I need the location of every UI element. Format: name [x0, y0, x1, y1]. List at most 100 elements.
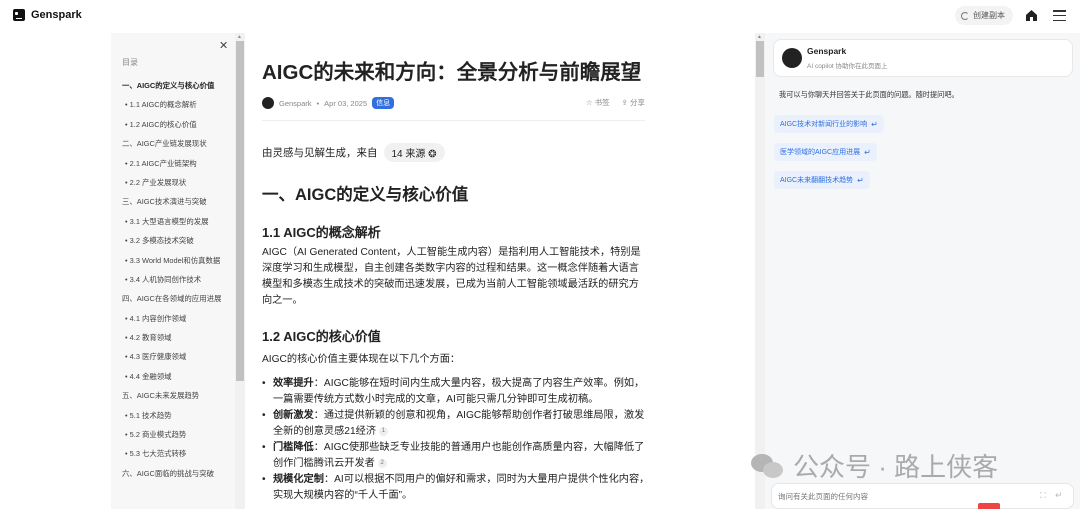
citation-marker[interactable]: 2 — [377, 458, 387, 468]
toc-list: 一、AIGC的定义与核心价值 1.1 AIGC的概念解析 1.2 AIGC的核心价值… — [111, 81, 235, 488]
toc-item[interactable]: 5.3 七大范式转移 — [111, 449, 235, 459]
suggestion-chip[interactable]: 医学领域的AIGC应用进展 ↵ — [774, 143, 877, 161]
enter-icon: ↵ — [864, 147, 871, 157]
article-meta: Genspark • Apr 03, 2025 信息 ☆ 书签 ⇪ 分享 — [262, 97, 645, 109]
expand-icon[interactable]: ⛶ — [1040, 491, 1046, 501]
toc-item[interactable]: 2.1 AIGC产业链架构 — [111, 159, 235, 169]
citation-marker[interactable]: 1 — [378, 426, 388, 436]
enter-icon: ↵ — [871, 119, 878, 129]
author-name: Genspark — [279, 98, 312, 108]
bullet-term: 门槛降低 — [273, 442, 314, 453]
toc-item[interactable]: 4.1 内容创作领域 — [111, 314, 235, 324]
toc-item[interactable]: 3.3 World Model和仿真数据 — [111, 256, 235, 266]
close-icon[interactable]: ✕ — [219, 39, 228, 52]
brand-name: Genspark — [31, 9, 82, 21]
table-of-contents: ✕ 目录 一、AIGC的定义与核心价值 1.1 AIGC的概念解析 1.2 AIGC… — [111, 33, 235, 509]
bullet-term: 效率提升 — [273, 378, 314, 389]
send-icon[interactable]: ↵ — [1055, 490, 1063, 501]
bullet-text: ：AIGC能够在短时间内生成大量内容，极大提高了内容生产效率。例如，一篇需要传统… — [273, 378, 645, 405]
article: AIGC的未来和方向：全景分析与前瞻展望 Genspark • Apr 03, … — [245, 33, 755, 509]
toc-item[interactable]: 三、AIGC技术演进与突破 — [111, 197, 235, 207]
bookmark-label: 书签 — [594, 98, 610, 107]
sources-button[interactable]: 14 来源 ❂ — [383, 143, 445, 162]
create-copy-button[interactable]: 创建副本 — [955, 6, 1013, 25]
bullet-text: ：AIGC使那些缺乏专业技能的普通用户也能创作高质量内容，大幅降低了创作门槛腾讯… — [273, 442, 645, 469]
toc-item[interactable]: 4.3 医疗健康领域 — [111, 352, 235, 362]
refresh-icon — [961, 11, 969, 20]
enter-icon: ↵ — [857, 175, 864, 185]
suggestion-label: AIGC技术对新闻行业的影响 — [780, 121, 868, 128]
page-title: AIGC的未来和方向：全景分析与前瞻展望 — [262, 61, 642, 84]
toc-item[interactable]: 5.1 技术趋势 — [111, 411, 235, 421]
copilot-header-card: Genspark AI copilot 协助你在此页面上 — [773, 39, 1073, 77]
list-item: 效率提升：AIGC能够在短时间内生成大量内容，极大提高了内容生产效率。例如，一篇… — [262, 376, 652, 408]
bullet-list: 效率提升：AIGC能够在短时间内生成大量内容，极大提高了内容生产效率。例如，一篇… — [262, 376, 652, 504]
toc-item[interactable]: 二、AIGC产业链发展现状 — [111, 139, 235, 149]
subsection-heading: 1.1 AIGC的概念解析 — [262, 225, 381, 240]
toc-item[interactable]: 3.1 大型语言模型的发展 — [111, 217, 235, 227]
toc-item[interactable]: 3.2 多模态技术突破 — [111, 236, 235, 246]
bookmark-button[interactable]: ☆ 书签 — [586, 97, 610, 108]
subsection-heading: 1.2 AIGC的核心价值 — [262, 329, 381, 344]
home-icon[interactable] — [1025, 9, 1038, 22]
sources-count: 14 来源 — [391, 149, 426, 160]
watermark: 公众号 · 路上侠客 — [749, 447, 998, 484]
chat-input[interactable] — [778, 489, 1018, 503]
toc-item[interactable]: 4.4 金融领域 — [111, 372, 235, 382]
toc-item[interactable]: 2.2 产业发展现状 — [111, 178, 235, 188]
toc-title: 目录 — [122, 58, 138, 67]
chat-input-box: ⛶ ↵ — [771, 483, 1074, 509]
list-item: 门槛降低：AIGC使那些缺乏专业技能的普通用户也能创作高质量内容，大幅降低了创作… — [262, 440, 652, 472]
link-icon: ❂ — [428, 149, 437, 160]
toc-item[interactable]: 一、AIGC的定义与核心价值 — [111, 81, 235, 91]
toc-item[interactable]: 3.4 人机协同创作技术 — [111, 275, 235, 285]
info-badge: 信息 — [372, 97, 395, 109]
genspark-logo-icon — [13, 9, 25, 21]
toc-scrollbar[interactable]: ▲ — [235, 33, 245, 509]
toc-item[interactable]: 4.2 教育领域 — [111, 333, 235, 343]
suggestion-label: AIGC未来翻翻技术趋势 — [780, 177, 854, 184]
hamburger-menu-icon[interactable] — [1053, 10, 1066, 21]
toc-item[interactable]: 1.1 AIGC的概念解析 — [111, 100, 235, 110]
toc-item[interactable]: 1.2 AIGC的核心价值 — [111, 120, 235, 130]
toc-scrollbar-thumb[interactable] — [236, 41, 244, 381]
star-icon: ☆ — [585, 98, 595, 107]
copilot-avatar — [782, 48, 802, 68]
article-scrollbar[interactable]: ▲ — [755, 33, 765, 509]
copilot-panel: Genspark AI copilot 协助你在此页面上 我可以与你聊天并回答关… — [751, 33, 1080, 509]
paragraph: AIGC（AI Generated Content，人工智能生成内容）是指利用人… — [262, 247, 641, 306]
toc-item[interactable]: 5.2 商业模式趋势 — [111, 430, 235, 440]
brand-logo[interactable]: Genspark — [13, 9, 82, 21]
suggestion-chip[interactable]: AIGC未来翻翻技术趋势 ↵ — [774, 171, 870, 189]
toc-item[interactable]: 五、AIGC未来发展趋势 — [111, 391, 235, 401]
suggestion-label: 医学领域的AIGC应用进展 — [780, 149, 861, 156]
toc-item[interactable]: 四、AIGC在各领域的应用进展 — [111, 294, 235, 304]
scroll-up-icon[interactable]: ▲ — [237, 34, 242, 40]
copilot-subtitle: AI copilot 协助你在此页面上 — [807, 63, 888, 70]
watermark-text: 公众号 · 路上侠客 — [793, 452, 999, 482]
sources-text: 由灵感与见解生成，来自 — [262, 147, 378, 159]
floating-tab[interactable] — [978, 503, 1000, 509]
copilot-name: Genspark — [807, 46, 847, 56]
scroll-up-icon[interactable]: ▲ — [757, 34, 762, 40]
section-heading: 一、AIGC的定义与核心价值 — [262, 186, 469, 204]
bullet-term: 规模化定制 — [273, 474, 324, 485]
toc-item[interactable]: 六、AIGC面临的挑战与突破 — [111, 469, 235, 479]
divider — [262, 120, 645, 121]
wechat-icon — [749, 452, 785, 480]
copilot-intro: 我可以与你聊天并回答关于此页面的问题。随时提问吧。 — [779, 90, 959, 99]
bullet-text: ：通过提供新颖的创意和视角，AIGC能够帮助创作者打破思维局限，激发全新的创意灵… — [273, 410, 645, 437]
bullet-term: 创新激发 — [273, 410, 314, 421]
bullet-text: ：AI可以根据不同用户的偏好和需求，同时为大量用户提供个性化内容，实现大规模内容… — [273, 474, 650, 501]
sources-line: 由灵感与见解生成，来自 14 来源 ❂ — [262, 143, 445, 162]
article-actions: ☆ 书签 ⇪ 分享 — [586, 97, 645, 108]
author-avatar — [262, 97, 274, 109]
article-scrollbar-thumb[interactable] — [756, 41, 764, 77]
top-bar: Genspark 创建副本 — [0, 0, 1080, 33]
paragraph: AIGC的核心价值主要体现在以下几个方面： — [262, 354, 461, 365]
share-button[interactable]: ⇪ 分享 — [622, 97, 645, 108]
list-item: 规模化定制：AI可以根据不同用户的偏好和需求，同时为大量用户提供个性化内容，实现… — [262, 472, 652, 504]
share-icon: ⇪ — [621, 98, 630, 107]
suggestion-chip[interactable]: AIGC技术对新闻行业的影响 ↵ — [774, 115, 884, 133]
publish-date: Apr 03, 2025 — [324, 98, 368, 108]
